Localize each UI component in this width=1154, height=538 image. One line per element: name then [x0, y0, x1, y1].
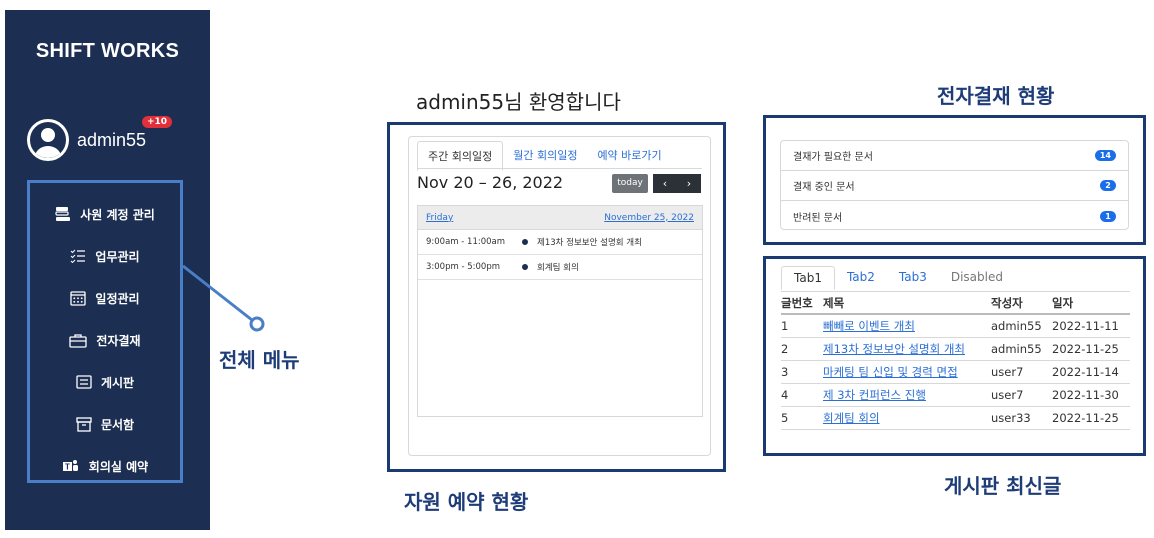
- row-date: 2022-11-14: [1052, 360, 1130, 384]
- row-date: 2022-11-30: [1052, 383, 1130, 407]
- calendar-day-header: Friday November 25, 2022: [418, 206, 702, 230]
- col-number: 글번호: [781, 292, 823, 315]
- row-date: 2022-11-25: [1052, 406, 1130, 430]
- table-row: 5 회계팀 회의 user33 2022-11-25: [781, 406, 1130, 430]
- event-dot-icon: [522, 239, 528, 245]
- approval-row-in-progress[interactable]: 결재 중인 문서 2: [781, 171, 1128, 201]
- tab-1[interactable]: Tab1: [781, 266, 835, 290]
- day-name-link[interactable]: Friday: [426, 213, 453, 223]
- approval-label: 결재가 필요한 문서: [793, 152, 873, 163]
- today-button[interactable]: today: [612, 174, 648, 193]
- event-time: 9:00am - 11:00am: [426, 237, 506, 247]
- board-table: 글번호 제목 작성자 일자 1 빼빼로 이벤트 개최 admin55 2022-…: [781, 292, 1130, 430]
- calendar-event[interactable]: 3:00pm - 5:00pm 회계팀 회의: [418, 255, 702, 280]
- tab-2[interactable]: Tab2: [835, 266, 887, 290]
- approval-label: 결재 중인 문서: [793, 182, 855, 193]
- row-author: user7: [991, 383, 1052, 407]
- post-title-link[interactable]: 마케팅 팀 신입 및 경력 면접: [823, 365, 958, 379]
- table-row: 3 마케팅 팀 신입 및 경력 면접 user7 2022-11-14: [781, 360, 1130, 384]
- tab-disabled: Disabled: [950, 270, 1003, 284]
- event-title: 제13차 정보보안 설명회 개최: [537, 238, 642, 248]
- count-badge: 2: [1100, 180, 1116, 191]
- table-row: 2 제13차 정보보안 설명회 개최 admin55 2022-11-25: [781, 337, 1130, 361]
- post-title-link[interactable]: 회계팀 회의: [823, 411, 880, 425]
- row-number: 4: [781, 383, 823, 407]
- row-number: 1: [781, 314, 823, 338]
- annotation-approval: 전자결재 현황: [937, 84, 1055, 108]
- calendar-event[interactable]: 9:00am - 11:00am 제13차 정보보안 설명회 개최: [418, 230, 702, 255]
- tab-weekly[interactable]: 주간 회의일정: [417, 141, 504, 171]
- event-title: 회계팀 회의: [537, 263, 579, 273]
- event-time: 3:00pm - 5:00pm: [426, 262, 500, 272]
- row-author: admin55: [991, 314, 1052, 338]
- count-badge: 1: [1100, 210, 1116, 222]
- row-number: 2: [781, 337, 823, 361]
- col-date: 일자: [1052, 292, 1130, 315]
- approval-label: 반려된 문서: [793, 212, 843, 224]
- annotation-menu: 전체 메뉴: [219, 348, 300, 372]
- tab-monthly[interactable]: 월간 회의일정: [503, 141, 587, 171]
- table-row: 4 제 3차 컨퍼런스 진행 user7 2022-11-30: [781, 383, 1130, 407]
- welcome-message: admin55님 환영합니다: [416, 90, 621, 114]
- approval-row-rejected[interactable]: 반려된 문서 1: [781, 201, 1128, 231]
- table-header-row: 글번호 제목 작성자 일자: [781, 292, 1130, 315]
- approval-card: 결재가 필요한 문서 14 결재 중인 문서 2 반려된 문서 1: [780, 140, 1129, 230]
- row-number: 3: [781, 360, 823, 384]
- calendar-list: Friday November 25, 2022 9:00am - 11:00a…: [417, 205, 703, 417]
- post-title-link[interactable]: 제13차 정보보안 설명회 개최: [823, 342, 965, 356]
- tab-divider: [417, 168, 702, 169]
- board-tabs: Tab1 Tab2 Tab3 Disabled: [781, 266, 1015, 290]
- row-number: 5: [781, 406, 823, 430]
- annotation-resource: 자원 예약 현황: [404, 490, 529, 514]
- calendar-tabs: 주간 회의일정 월간 회의일정 예약 바로가기: [417, 141, 672, 171]
- count-badge: 14: [1094, 150, 1116, 161]
- approval-row-pending[interactable]: 결재가 필요한 문서 14: [781, 141, 1128, 171]
- day-date-link[interactable]: November 25, 2022: [604, 213, 694, 223]
- row-date: 2022-11-25: [1052, 337, 1130, 361]
- col-title: 제목: [823, 292, 991, 315]
- calendar-range: Nov 20 – 26, 2022: [417, 173, 564, 192]
- row-author: user33: [991, 406, 1052, 430]
- event-dot-icon: [522, 264, 528, 270]
- post-title-link[interactable]: 제 3차 컨퍼런스 진행: [823, 388, 926, 402]
- calendar-card: 주간 회의일정 월간 회의일정 예약 바로가기 Nov 20 – 26, 202…: [408, 136, 711, 456]
- prev-button[interactable]: ‹: [653, 174, 677, 193]
- table-row: 1 빼빼로 이벤트 개최 admin55 2022-11-11: [781, 314, 1130, 338]
- row-date: 2022-11-11: [1052, 314, 1130, 338]
- post-title-link[interactable]: 빼빼로 이벤트 개최: [823, 319, 915, 333]
- annotation-board: 게시판 최신글: [944, 474, 1062, 498]
- row-author: admin55: [991, 337, 1052, 361]
- tab-3[interactable]: Tab3: [887, 266, 939, 290]
- tab-reservation[interactable]: 예약 바로가기: [587, 141, 671, 171]
- col-author: 작성자: [991, 292, 1052, 315]
- next-button[interactable]: ›: [677, 174, 701, 193]
- row-author: user7: [991, 360, 1052, 384]
